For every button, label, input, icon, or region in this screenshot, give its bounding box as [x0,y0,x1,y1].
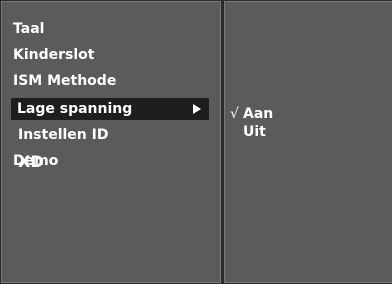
menu-item-kinderslot[interactable]: Kinderslot [10,44,210,66]
menu-item-taal[interactable]: Taal [10,18,210,40]
menu-item-label: Lage spanning [17,101,133,117]
settings-menu-panel: Taal Kinderslot ISM Methode Lage spannin… [1,1,221,283]
submenu-item-label: Aan [243,106,274,122]
submenu-panel: √ Aan Uit [224,1,392,283]
triangle-right-icon [193,104,201,114]
menu-item-label: Taal [13,21,45,37]
check-icon: √ [230,106,239,122]
menu-item-ism-methode[interactable]: ISM Methode [10,70,210,92]
menu-item-label: Kinderslot [13,47,95,63]
menu-item-instellen-id[interactable]: Instellen ID [10,124,210,146]
menu-item-label: Demo [13,153,59,169]
submenu-item-label: Uit [243,124,266,140]
menu-item-label: ISM Methode [13,73,117,89]
menu-item-xd-demo[interactable]: XD Demo [10,150,210,172]
menu-item-lage-spanning[interactable]: Lage spanning [11,98,209,120]
menu-item-label: Instellen ID [18,127,109,143]
